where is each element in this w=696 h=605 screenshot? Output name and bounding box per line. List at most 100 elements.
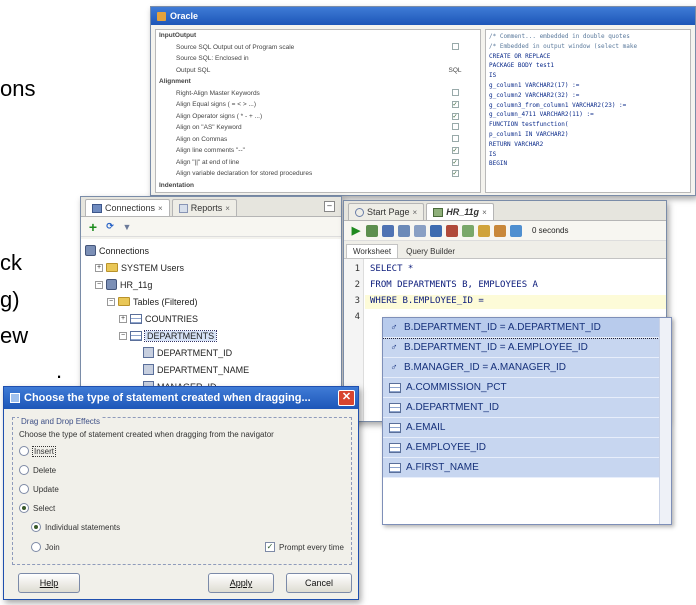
tree-item-hr11g[interactable]: − HR_11g (85, 276, 337, 293)
checkbox-unchecked[interactable] (451, 42, 459, 50)
tab-connections[interactable]: Connections × (85, 199, 170, 216)
autocomplete-item[interactable]: ♂ B.MANAGER_ID = A.MANAGER_ID (383, 358, 671, 378)
tree-item-column[interactable]: DEPARTMENT_NAME (85, 361, 337, 378)
options-titlebar[interactable]: Oracle (151, 7, 695, 25)
option-row[interactable]: Align line comments "--" ✓ (156, 145, 480, 157)
option-row[interactable]: Align on Commas (156, 134, 480, 146)
options-tree[interactable]: InputOutput Source SQL Output out of Prog… (155, 29, 481, 193)
collapse-icon[interactable]: − (107, 297, 115, 306)
radio-circle[interactable] (19, 484, 29, 494)
tree-item-column[interactable]: DEPARTMENT_ID (85, 344, 337, 361)
commit-icon[interactable] (382, 224, 394, 237)
option-value[interactable]: ✓ (430, 101, 480, 109)
option-value[interactable] (430, 123, 480, 132)
close-icon[interactable]: × (225, 204, 230, 213)
option-row[interactable]: InputOutput (156, 30, 480, 42)
close-button[interactable]: ✕ (338, 390, 355, 406)
autotrace-icon[interactable] (446, 224, 458, 237)
autocomplete-item[interactable]: A.FIRST_NAME (383, 458, 671, 478)
filter-icon[interactable]: ▼ (121, 221, 133, 233)
tree-item-tables[interactable]: − Tables (Filtered) (85, 293, 337, 310)
checkbox-unchecked[interactable] (451, 134, 459, 142)
tab-hr11g[interactable]: HR_11g × (426, 203, 494, 220)
tab-worksheet[interactable]: Worksheet (346, 244, 399, 258)
radio-circle[interactable] (19, 446, 29, 456)
option-value[interactable]: ✓ (430, 158, 480, 166)
radio-insert[interactable]: Insert (19, 445, 57, 457)
option-value[interactable]: ✓ (430, 112, 480, 120)
add-connection-icon[interactable]: + (87, 219, 99, 235)
radio-circle[interactable] (19, 503, 29, 513)
radio-individual-statements[interactable]: Individual statements (31, 522, 120, 532)
option-value[interactable]: SQL (430, 67, 480, 74)
tree-item-system-users[interactable]: + SYSTEM Users (85, 259, 337, 276)
run-statement-icon[interactable]: ▶ (350, 225, 362, 237)
tree-item-connections[interactable]: Connections (85, 242, 337, 259)
option-value[interactable]: ✓ (430, 147, 480, 155)
help-button[interactable]: Help (18, 573, 80, 593)
clear-icon[interactable] (462, 224, 474, 237)
close-icon[interactable]: × (482, 208, 487, 217)
minimize-icon[interactable]: – (324, 201, 335, 212)
autocomplete-item[interactable]: ♂ B.DEPARTMENT_ID = A.EMPLOYEE_ID (383, 338, 671, 358)
option-row[interactable]: Source SQL: Enclosed in (156, 53, 480, 65)
cancel-icon[interactable] (414, 224, 426, 237)
option-row[interactable]: Align Operator signs ( * - + ...) ✓ (156, 111, 480, 123)
collapse-icon[interactable]: − (95, 280, 103, 289)
checkbox-checked[interactable]: ✓ (451, 101, 459, 109)
dialog-titlebar[interactable]: Choose the type of statement created whe… (4, 387, 358, 409)
option-row[interactable]: Source SQL Output out of Program scale (156, 42, 480, 54)
format-icon[interactable] (510, 224, 522, 237)
tab-reports[interactable]: Reports × (171, 199, 237, 216)
option-value[interactable] (430, 42, 480, 52)
close-icon[interactable]: × (158, 204, 163, 213)
close-icon[interactable]: × (413, 208, 418, 217)
option-row[interactable]: Indentation (156, 180, 480, 192)
radio-delete[interactable]: Delete (19, 465, 56, 475)
checkbox-unchecked[interactable] (451, 88, 459, 96)
tab-query-builder[interactable]: Query Builder (400, 245, 461, 258)
autocomplete-item[interactable]: A.EMAIL (383, 418, 671, 438)
collapse-icon[interactable]: − (119, 331, 127, 340)
explain-plan-icon[interactable] (430, 224, 442, 237)
apply-button[interactable]: Apply (208, 573, 274, 593)
option-row[interactable]: Align Equal signs ( = < > ...) ✓ (156, 99, 480, 111)
option-value[interactable] (430, 134, 480, 144)
run-script-icon[interactable] (366, 224, 378, 237)
autocomplete-item[interactable]: ♂ B.DEPARTMENT_ID = A.DEPARTMENT_ID (383, 318, 671, 339)
option-row[interactable]: Align "||" at end of line ✓ (156, 157, 480, 169)
option-row[interactable]: Output SQL SQL (156, 65, 480, 77)
expand-icon[interactable]: + (95, 263, 103, 272)
option-row[interactable]: Align variable declaration for stored pr… (156, 168, 480, 180)
eraser-icon[interactable] (494, 224, 506, 237)
radio-circle[interactable] (19, 465, 29, 475)
checkbox-checked[interactable]: ✓ (451, 112, 459, 120)
autocomplete-scrollbar[interactable] (659, 318, 671, 524)
refresh-icon[interactable]: ⟳ (104, 221, 116, 233)
tab-start-page[interactable]: Start Page × (348, 203, 425, 220)
autocomplete-item[interactable]: A.DEPARTMENT_ID (383, 398, 671, 418)
autocomplete-item[interactable]: A.EMPLOYEE_ID (383, 438, 671, 458)
checkbox-checked[interactable]: ✓ (451, 170, 459, 178)
history-icon[interactable] (478, 224, 490, 237)
checkbox-checked[interactable]: ✓ (451, 147, 459, 155)
checkbox-checked[interactable]: ✓ (265, 542, 275, 552)
option-row[interactable]: Right-Align Master Keywords (156, 88, 480, 100)
option-value[interactable] (430, 88, 480, 98)
option-row[interactable]: Alignment (156, 76, 480, 88)
radio-select[interactable]: Select (19, 503, 55, 513)
autocomplete-item[interactable]: A.COMMISSION_PCT (383, 378, 671, 398)
radio-circle[interactable] (31, 542, 41, 552)
radio-update[interactable]: Update (19, 484, 59, 494)
checkbox-checked[interactable]: ✓ (451, 158, 459, 166)
tree-item-departments[interactable]: − DEPARTMENTS (85, 327, 337, 344)
prompt-every-time-checkbox[interactable]: ✓ Prompt every time (265, 542, 344, 552)
option-value[interactable]: ✓ (430, 170, 480, 178)
option-row[interactable]: Align on "AS" Keyword (156, 122, 480, 134)
radio-circle[interactable] (31, 522, 41, 532)
tree-item-countries[interactable]: + COUNTRIES (85, 310, 337, 327)
cancel-button[interactable]: Cancel (286, 573, 352, 593)
expand-icon[interactable]: + (119, 314, 127, 323)
radio-join[interactable]: Join (31, 542, 60, 552)
checkbox-unchecked[interactable] (451, 123, 459, 131)
